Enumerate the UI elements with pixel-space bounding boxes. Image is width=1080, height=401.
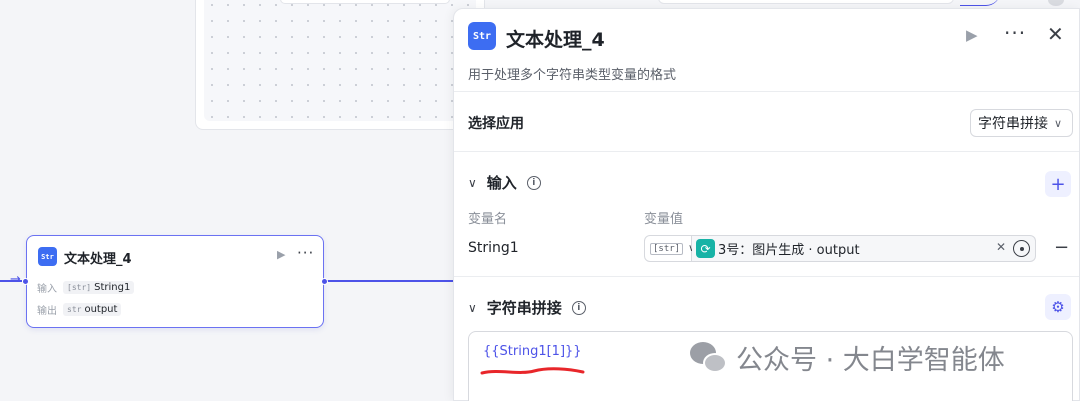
- red-underline-annotation: [480, 367, 585, 375]
- node-output-value: output: [84, 304, 118, 315]
- node-input-port[interactable]: [22, 278, 29, 285]
- clear-icon[interactable]: ✕: [996, 240, 1006, 254]
- canvas-group-tab: [280, 0, 450, 4]
- column-header-value: 变量值: [644, 212, 684, 227]
- watermark-text: 公众号 · 大白学智能体: [736, 345, 1005, 376]
- node-output-label: 输出: [37, 306, 57, 317]
- wechat-icon: [690, 341, 728, 374]
- divider: [454, 151, 1079, 152]
- concat-section-header[interactable]: ∨ 字符串拼接 i: [468, 297, 586, 318]
- str-node-icon: Str: [38, 247, 57, 266]
- canvas-edge-fragment: [960, 0, 1000, 6]
- close-icon[interactable]: ✕: [1047, 22, 1064, 46]
- panel-description[interactable]: 用于处理多个字符串类型变量的格式: [468, 64, 676, 83]
- run-icon[interactable]: ▶: [966, 26, 978, 44]
- loop-icon: ⟳: [696, 239, 715, 258]
- node-run-icon[interactable]: ▶: [277, 248, 285, 261]
- more-icon[interactable]: ···: [1004, 21, 1026, 45]
- str-panel-icon: Str: [468, 22, 496, 50]
- add-variable-button[interactable]: +: [1045, 171, 1071, 197]
- variable-name[interactable]: String1: [468, 240, 519, 256]
- node-input-value: String1: [94, 282, 131, 293]
- array-str-type-icon: [str]: [67, 283, 92, 292]
- info-icon[interactable]: i: [571, 300, 586, 315]
- concat-section-title: 字符串拼接: [486, 299, 562, 317]
- divider: [454, 91, 1079, 92]
- canvas-top-element: [658, 0, 954, 4]
- panel-title[interactable]: 文本处理_4: [506, 25, 605, 52]
- input-section-header[interactable]: ∨ 输入 i: [468, 172, 541, 193]
- edge-arrow-icon: →: [10, 272, 21, 287]
- column-header-name: 变量名: [468, 212, 508, 227]
- node-title: 文本处理_4: [64, 252, 132, 267]
- canvas-top-icon: [1048, 0, 1064, 6]
- variable-reference-text: 3号：图片生成 · output: [718, 243, 860, 258]
- target-icon[interactable]: [1013, 240, 1030, 257]
- array-str-type-icon: [str]: [650, 242, 684, 255]
- text-process-node[interactable]: Str 文本处理_4 ▶ ··· 输入 [str] String1 输出 str…: [22, 235, 328, 328]
- node-more-icon[interactable]: ···: [297, 244, 314, 262]
- node-output-port[interactable]: [321, 278, 328, 285]
- remove-variable-button[interactable]: −: [1054, 237, 1069, 258]
- select-app-value: 字符串拼接: [978, 116, 1048, 132]
- node-output-pill: str output: [63, 303, 122, 316]
- divider: [454, 276, 1079, 277]
- select-app-label: 选择应用: [468, 116, 524, 132]
- node-input-label: 输入: [37, 284, 57, 295]
- variable-reference-tag[interactable]: ⟳ 3号：图片生成 · output: [696, 239, 860, 258]
- template-text[interactable]: {{String1[1]}}: [483, 344, 582, 359]
- variable-value-field[interactable]: ⟳ 3号：图片生成 · output ✕: [692, 235, 1036, 262]
- canvas-group-frame: [195, 0, 485, 130]
- variable-type-select[interactable]: [str] ∨: [644, 235, 695, 262]
- outgoing-edge: [327, 280, 457, 282]
- collapse-icon[interactable]: ∨: [468, 301, 477, 315]
- node-output-row: 输出 str output: [37, 302, 122, 317]
- collapse-icon[interactable]: ∨: [468, 176, 477, 190]
- select-app-dropdown[interactable]: 字符串拼接 ∨: [970, 109, 1073, 137]
- watermark: 公众号 · 大白学智能体: [690, 338, 1005, 377]
- str-type-icon: str: [67, 305, 82, 314]
- node-input-row: 输入 [str] String1: [37, 280, 135, 295]
- dotted-grid-area: [204, 0, 476, 121]
- input-section-title: 输入: [486, 174, 517, 192]
- node-input-pill: [str] String1: [63, 281, 135, 294]
- chevron-down-icon: ∨: [1054, 116, 1063, 130]
- gear-icon[interactable]: ⚙: [1045, 294, 1071, 320]
- info-icon[interactable]: i: [526, 175, 541, 190]
